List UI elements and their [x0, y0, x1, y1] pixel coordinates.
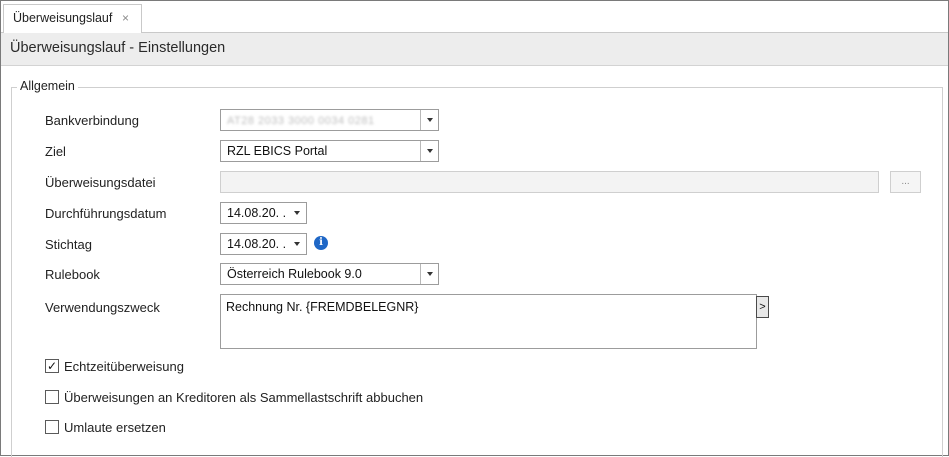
chevron-down-icon[interactable]: [420, 110, 438, 130]
rulebook-label: Rulebook: [45, 267, 100, 282]
expand-button[interactable]: >: [756, 296, 769, 318]
chevron-down-icon[interactable]: [288, 203, 306, 223]
rulebook-value: Österreich Rulebook 9.0: [227, 267, 362, 281]
chevron-down-icon[interactable]: [288, 234, 306, 254]
chevron-down-icon[interactable]: [420, 141, 438, 161]
bankverbindung-value: AT28 2033 3000 0034 0281: [227, 115, 375, 127]
checkbox-umlaute-ersetzen[interactable]: Umlaute ersetzen: [45, 419, 166, 435]
checkbox-label: Umlaute ersetzen: [64, 419, 166, 435]
ziel-value: RZL EBICS Portal: [227, 144, 328, 158]
stichtag-picker[interactable]: 14.08.20. .: [220, 233, 307, 255]
browse-file-button[interactable]: ...: [890, 171, 921, 193]
group-legend: Allgemein: [17, 79, 78, 93]
checkbox-echtzeitueberweisung[interactable]: ✓ Echtzeitüberweisung: [45, 358, 184, 374]
ziel-label: Ziel: [45, 144, 66, 159]
tab-strip: Überweisungslauf ×: [1, 1, 948, 34]
close-icon[interactable]: ×: [122, 11, 129, 25]
tab-label: Überweisungslauf: [13, 11, 113, 25]
ueberweisungsdatei-label: Überweisungsdatei: [45, 175, 156, 190]
ueberweisungsdatei-field[interactable]: [220, 171, 879, 193]
info-icon[interactable]: i: [314, 236, 328, 250]
checkbox-box[interactable]: [45, 420, 59, 434]
checkbox-box[interactable]: ✓: [45, 359, 59, 373]
durchfuehrungsdatum-label: Durchführungsdatum: [45, 206, 167, 221]
settings-window: Überweisungslauf × Überweisungslauf - Ei…: [0, 0, 949, 457]
ziel-select[interactable]: RZL EBICS Portal: [220, 140, 439, 162]
bankverbindung-select[interactable]: AT28 2033 3000 0034 0281: [220, 109, 439, 131]
stichtag-value: 14.08.20. .: [227, 237, 287, 251]
stichtag-label: Stichtag: [45, 237, 92, 252]
durchfuehrungsdatum-picker[interactable]: 14.08.20. .: [220, 202, 307, 224]
checkbox-label: Überweisungen an Kreditoren als Sammella…: [64, 389, 424, 405]
rulebook-select[interactable]: Österreich Rulebook 9.0: [220, 263, 439, 285]
checkbox-sammellastschrift[interactable]: Überweisungen an Kreditoren als Sammella…: [45, 389, 423, 405]
verwendungszweck-label: Verwendungszweck: [45, 300, 160, 315]
chevron-down-icon[interactable]: [420, 264, 438, 284]
verwendungszweck-textarea[interactable]: Rechnung Nr. {FREMDBELEGNR}: [220, 294, 757, 349]
tab-ueberweisungslauf[interactable]: Überweisungslauf ×: [3, 4, 142, 34]
bankverbindung-label: Bankverbindung: [45, 113, 139, 128]
checkbox-box[interactable]: [45, 390, 59, 404]
checkbox-label: Echtzeitüberweisung: [64, 358, 184, 374]
durchfuehrungsdatum-value: 14.08.20. .: [227, 206, 287, 220]
page-title: Überweisungslauf - Einstellungen: [1, 33, 948, 66]
